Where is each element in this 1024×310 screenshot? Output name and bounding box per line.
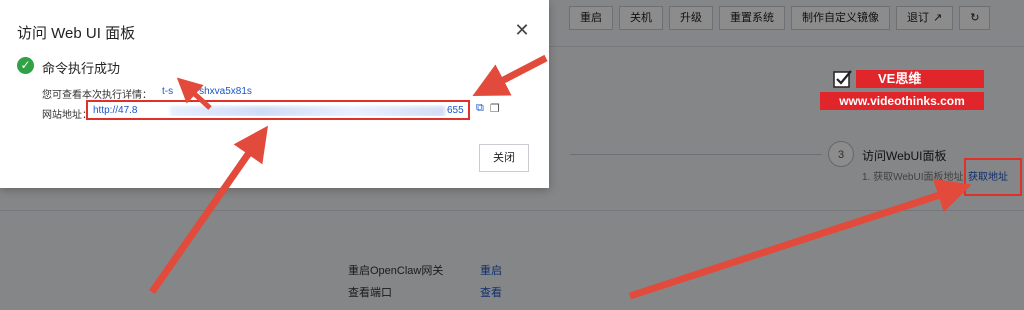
arrow-to-get-address [628,178,972,300]
arrow-to-url-top [472,54,548,97]
arrow-to-url-bottom [149,125,269,295]
arrow-to-detail [176,77,212,110]
annotation-arrows [149,54,972,300]
